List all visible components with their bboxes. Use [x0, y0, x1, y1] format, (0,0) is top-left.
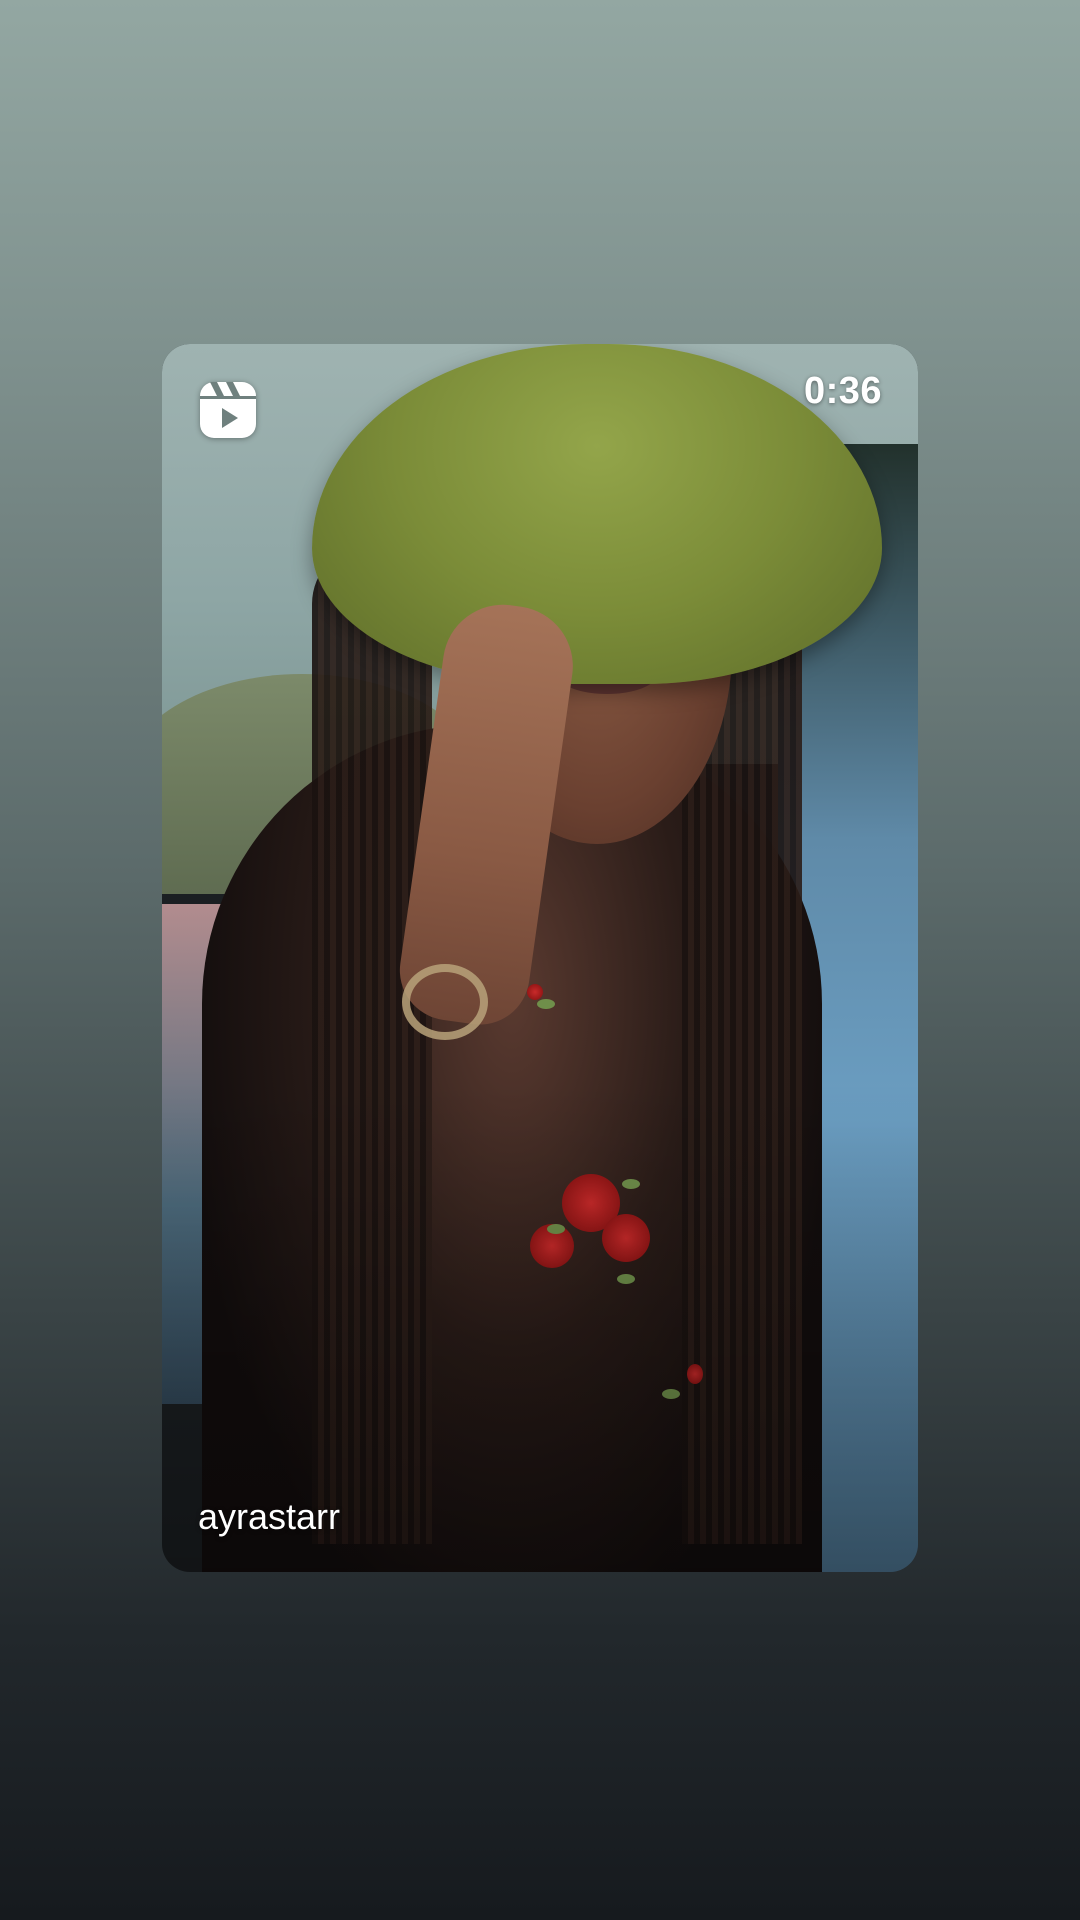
reel-card[interactable]: 0:36 ayrastarr — [162, 344, 918, 1572]
video-duration: 0:36 — [803, 370, 882, 412]
reels-icon — [200, 382, 256, 438]
thumbnail-shade — [162, 344, 918, 1572]
username-label[interactable]: ayrastarr — [198, 1496, 340, 1538]
video-thumbnail — [162, 344, 918, 1572]
